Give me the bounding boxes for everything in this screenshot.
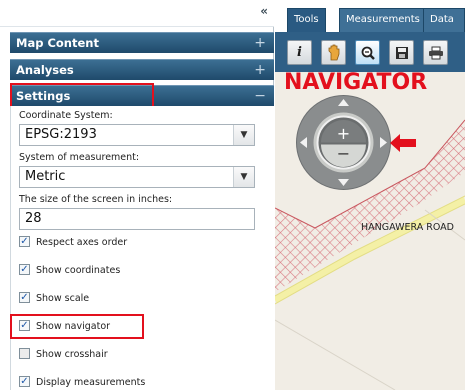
checkbox-checked-icon[interactable]: ✓ (19, 264, 30, 275)
map-toolbar: i (275, 32, 465, 72)
measurement-system-select[interactable]: Metric ▼ (19, 166, 255, 188)
coordinate-system-value: EPSG:2193 (25, 127, 97, 142)
checkbox-label: Show scale (36, 293, 90, 304)
zoom-out-icon: − (337, 144, 350, 163)
collapse-icon: − (254, 88, 266, 104)
print-icon[interactable] (423, 40, 448, 65)
expand-icon: + (254, 62, 266, 78)
checkbox-show-coordinates[interactable]: ✓ Show coordinates (19, 264, 120, 278)
settings-highlight-box (10, 83, 154, 108)
settings-panel: Coordinate System: EPSG:2193 ▼ System of… (10, 106, 274, 390)
accordion-map-content[interactable]: Map Content + (10, 32, 274, 53)
navigator-highlight-box (10, 314, 144, 339)
tab-tools[interactable]: Tools (287, 8, 326, 32)
pan-icon[interactable] (321, 40, 346, 65)
checkbox-show-scale[interactable]: ✓ Show scale (19, 292, 89, 306)
road-label: HANGAWERA ROAD (361, 222, 454, 233)
map-area[interactable]: Tools Measurements Data i NAVIGATOR + − … (275, 0, 465, 390)
screen-size-label: The size of the screen in inches: (19, 194, 173, 205)
screen-size-value: 28 (25, 211, 42, 226)
checkbox-label: Display measurements (36, 377, 146, 388)
checkbox-label: Show coordinates (36, 265, 121, 276)
checkbox-label: Respect axes order (36, 237, 128, 248)
screen-size-input[interactable]: 28 (19, 208, 255, 230)
checkbox-checked-icon[interactable]: ✓ (19, 292, 30, 303)
checkbox-checked-icon[interactable]: ✓ (19, 376, 30, 387)
expand-icon: + (254, 35, 266, 51)
accordion-map-content-label: Map Content (16, 36, 99, 50)
chevron-down-icon[interactable]: ▼ (233, 125, 254, 145)
map-navigator[interactable]: + − (295, 94, 392, 191)
measurement-system-label: System of measurement: (19, 152, 140, 163)
checkbox-display-measurements[interactable]: ✓ Display measurements (19, 376, 145, 390)
accordion-analyses[interactable]: Analyses + (10, 59, 274, 80)
panel-collapse-bar: « (0, 0, 274, 27)
checkbox-unchecked-icon[interactable] (19, 348, 30, 359)
map-lot-line (275, 319, 396, 390)
red-arrow-icon (390, 134, 416, 152)
checkbox-label: Show crosshair (36, 349, 108, 360)
zoom-icon[interactable] (355, 40, 380, 65)
coordinate-system-label: Coordinate System: (19, 110, 113, 121)
zoom-in-icon: + (337, 124, 350, 143)
checkbox-respect-axes-order[interactable]: ✓ Respect axes order (19, 236, 127, 250)
save-icon[interactable] (389, 40, 414, 65)
checkbox-show-crosshair[interactable]: Show crosshair (19, 348, 108, 362)
coordinate-system-select[interactable]: EPSG:2193 ▼ (19, 124, 255, 146)
app-window: « Map Content + Analyses + Settings − Co… (0, 0, 465, 390)
measurement-system-value: Metric (25, 169, 66, 184)
tab-measurements[interactable]: Measurements (339, 8, 427, 32)
info-icon[interactable]: i (287, 40, 312, 65)
accordion-analyses-label: Analyses (16, 63, 74, 77)
navigator-annotation: NAVIGATOR (284, 70, 428, 95)
collapse-panel-icon[interactable]: « (260, 4, 268, 18)
left-panel: « Map Content + Analyses + Settings − Co… (0, 0, 274, 390)
tab-data[interactable]: Data (423, 8, 465, 32)
checkbox-checked-icon[interactable]: ✓ (19, 236, 30, 247)
chevron-down-icon[interactable]: ▼ (233, 167, 254, 187)
tab-bar: Tools Measurements Data (275, 0, 465, 32)
